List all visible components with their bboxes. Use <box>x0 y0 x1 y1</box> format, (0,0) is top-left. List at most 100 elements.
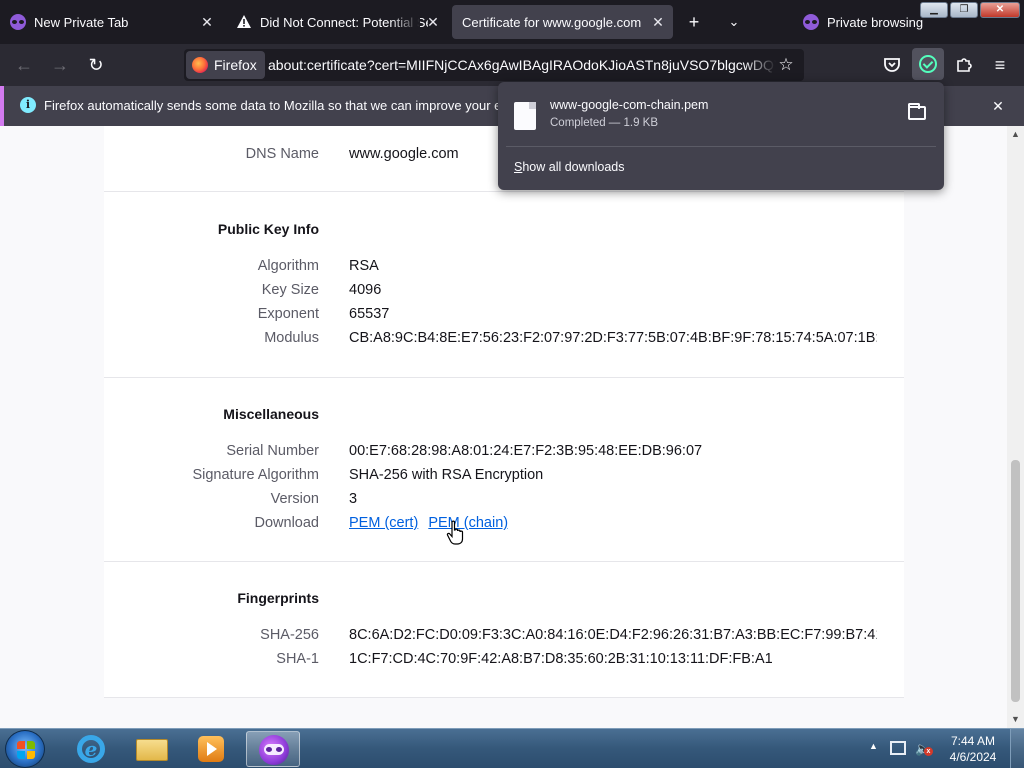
tab-close-icon[interactable]: ✕ <box>649 13 667 31</box>
key-size-value: 4096 <box>349 282 382 298</box>
file-icon <box>514 102 536 130</box>
show-hidden-icons-arrow-icon[interactable]: ▲ <box>869 741 878 751</box>
vertical-scrollbar[interactable]: ▲ ▼ <box>1007 126 1024 728</box>
media-player-icon <box>198 736 224 762</box>
version-label: Version <box>270 491 319 507</box>
section-fingerprints: Fingerprints SHA-256 8C:6A:D2:FC:D0:09:F… <box>104 562 904 698</box>
tab-title: New Private Tab <box>34 14 129 30</box>
downloads-panel: www-google-com-chain.pem Completed — 1.9… <box>498 82 944 190</box>
notification-text: Firefox automatically sends some data to… <box>44 98 562 113</box>
extensions-puzzle-icon[interactable] <box>950 52 978 78</box>
tab-title: Certificate for www.google.com <box>462 14 642 30</box>
private-browsing-indicator: Private browsing <box>793 5 923 39</box>
algorithm-label: Algorithm <box>257 258 319 274</box>
exponent-label: Exponent <box>257 306 319 322</box>
window-controls: ▁ ❐ ✕ <box>920 2 1020 18</box>
identity-box[interactable]: Firefox <box>186 51 265 79</box>
serial-number-label: Serial Number <box>226 443 319 459</box>
tab-certificate[interactable]: Certificate for www.google.com ✕ <box>452 5 673 39</box>
scrollbar-thumb[interactable] <box>1011 460 1020 702</box>
minimize-button[interactable]: ▁ <box>920 2 948 18</box>
taskbar-media-player[interactable] <box>184 731 238 767</box>
windows-taskbar: e ▲ 🔈 x 7:44 AM 4/6/2024 <box>0 728 1024 768</box>
section-miscellaneous: Miscellaneous Serial Number 00:E7:68:28:… <box>104 378 904 562</box>
maximize-button[interactable]: ❐ <box>950 2 978 18</box>
clock-time: 7:44 AM <box>950 734 996 748</box>
modulus-label: Modulus <box>264 330 319 346</box>
signature-algorithm-value: SHA-256 with RSA Encryption <box>349 467 544 483</box>
close-icon[interactable]: ✕ <box>988 96 1008 116</box>
section-title: Fingerprints <box>237 590 319 606</box>
section-title: Public Key Info <box>217 221 319 237</box>
private-mask-icon <box>10 14 26 30</box>
show-all-label: how all downloads <box>522 160 625 174</box>
download-complete-icon <box>919 55 937 73</box>
tab-close-icon[interactable]: ✕ <box>424 13 442 31</box>
download-label: Download <box>254 515 320 531</box>
back-arrow-icon[interactable]: ← <box>10 52 38 78</box>
certificate-viewer: DNS Name www.google.com Public Key Info … <box>0 126 1024 728</box>
show-all-downloads-button[interactable]: Show all downloads <box>514 160 625 174</box>
new-tab-plus-icon[interactable]: + <box>681 9 707 35</box>
downloads-button[interactable] <box>912 48 944 80</box>
clock-date: 4/6/2024 <box>949 750 997 764</box>
algorithm-value: RSA <box>349 258 379 274</box>
folder-icon <box>136 739 168 761</box>
muted-badge-icon: x <box>924 747 933 756</box>
scroll-down-arrow-icon[interactable]: ▼ <box>1007 711 1024 728</box>
sha256-value: 8C:6A:D2:FC:D0:09:F3:3C:A0:84:16:0E:D4:F… <box>349 627 877 643</box>
signature-algorithm-label: Signature Algorithm <box>192 467 319 483</box>
close-window-button[interactable]: ✕ <box>980 2 1020 18</box>
section-public-key-info: Public Key Info Algorithm RSA Key Size 4… <box>104 192 904 378</box>
sha1-value: 1C:F7:CD:4C:70:9F:42:A8:B7:D8:35:60:2B:3… <box>349 651 773 667</box>
exponent-value: 65537 <box>349 306 390 322</box>
version-value: 3 <box>349 491 358 507</box>
system-clock[interactable]: 7:44 AM 4/6/2024 <box>944 733 1002 765</box>
pem-chain-link[interactable]: PEM (chain) <box>428 515 508 531</box>
screen: New Private Tab ✕ Did Not Connect: Poten… <box>0 0 1024 768</box>
section-title: Miscellaneous <box>223 406 319 422</box>
serial-number-value: 00:E7:68:28:98:A8:01:24:E7:F2:3B:95:48:E… <box>349 443 703 459</box>
sha1-label: SHA-1 <box>276 651 319 667</box>
start-button[interactable] <box>5 730 45 768</box>
dns-name-value: www.google.com <box>349 146 459 162</box>
internet-explorer-icon: e <box>77 735 105 763</box>
tab-did-not-connect[interactable]: Did Not Connect: Potential Security Issu… <box>226 5 448 39</box>
windows-logo-icon <box>17 741 35 759</box>
sha256-label: SHA-256 <box>260 627 319 643</box>
navigation-toolbar: ← → ↻ Firefox about:certificate?cert=MII… <box>0 44 1024 86</box>
private-mask-icon <box>803 14 819 30</box>
scroll-up-arrow-icon[interactable]: ▲ <box>1007 126 1024 143</box>
show-desktop-button[interactable] <box>1010 729 1024 768</box>
tab-bar: New Private Tab ✕ Did Not Connect: Poten… <box>0 0 1024 44</box>
forward-arrow-icon[interactable]: → <box>46 52 74 78</box>
info-icon: i <box>20 97 36 113</box>
bookmark-star-icon[interactable]: ☆ <box>774 53 798 77</box>
url-text[interactable]: about:certificate?cert=MIIFNjCCAx6gAwIBA… <box>268 49 776 81</box>
private-browsing-label: Private browsing <box>827 14 923 30</box>
hand-pointer-cursor-icon <box>446 520 466 546</box>
reload-icon[interactable]: ↻ <box>82 52 110 78</box>
list-all-tabs-chevron-icon[interactable]: ⌄ <box>721 9 747 35</box>
identity-label: Firefox <box>214 57 257 73</box>
pem-cert-link[interactable]: PEM (cert) <box>349 515 418 531</box>
modulus-value: CB:A8:9C:B4:8E:E7:56:23:F2:07:97:2D:F3:7… <box>349 330 877 346</box>
download-links: PEM (cert) PEM (chain) <box>349 515 508 531</box>
pocket-icon[interactable] <box>878 52 906 78</box>
firefox-logo-icon <box>192 57 208 73</box>
firefox-private-icon <box>259 735 289 765</box>
taskbar-firefox-private[interactable] <box>246 731 300 767</box>
tab-new-private[interactable]: New Private Tab ✕ <box>0 5 222 39</box>
open-folder-icon[interactable] <box>908 103 926 120</box>
download-filename: www-google-com-chain.pem <box>550 98 709 112</box>
download-status: Completed — 1.9 KB <box>550 117 659 129</box>
warning-icon <box>236 14 252 30</box>
taskbar-internet-explorer[interactable]: e <box>62 731 116 767</box>
dns-name-label: DNS Name <box>245 146 319 162</box>
tab-close-icon[interactable]: ✕ <box>198 13 216 31</box>
taskbar-file-explorer[interactable] <box>124 731 178 767</box>
url-bar[interactable]: Firefox about:certificate?cert=MIIFNjCCA… <box>184 49 804 81</box>
menu-hamburger-icon[interactable]: ≡ <box>986 52 1014 78</box>
key-size-label: Key Size <box>261 282 319 298</box>
network-icon[interactable] <box>890 741 906 755</box>
